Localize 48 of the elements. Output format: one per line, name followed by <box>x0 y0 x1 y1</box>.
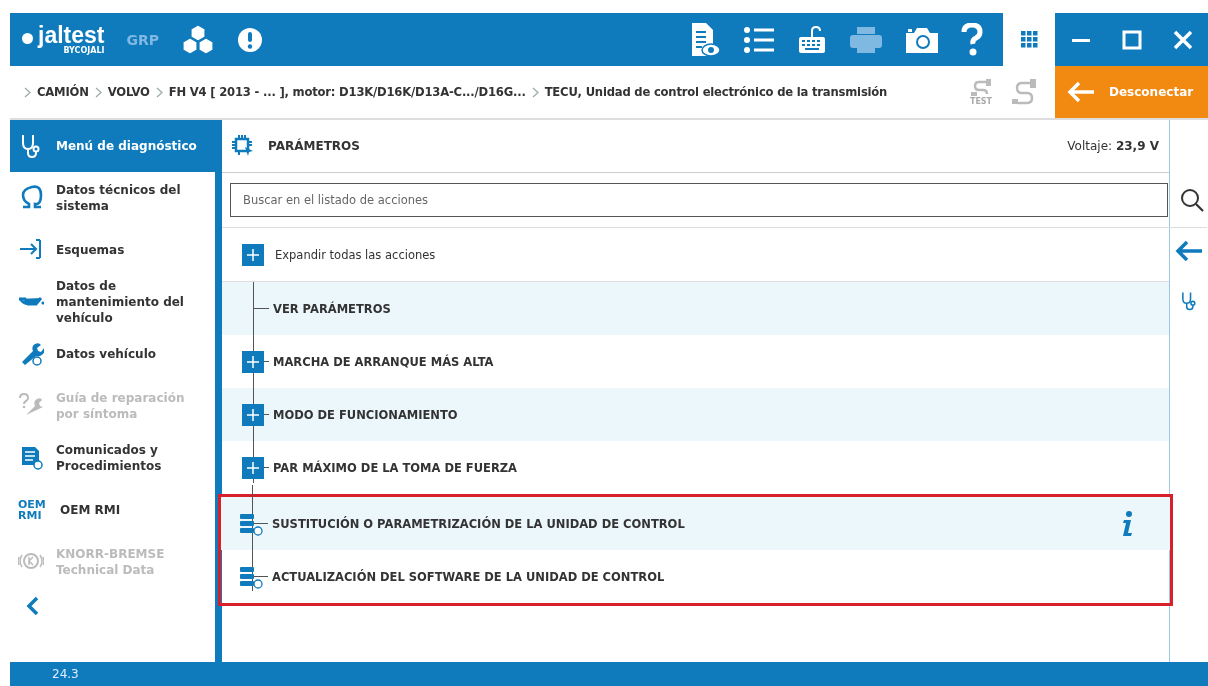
apps-grid-icon[interactable] <box>1020 31 1038 48</box>
cable-icon <box>969 78 993 97</box>
help-icon[interactable] <box>961 22 983 57</box>
voltage-text: Voltaje: 23,9 V <box>1067 139 1159 153</box>
sidebar-item[interactable]: OEM RMI OEM RMI <box>10 484 215 536</box>
sidebar-item[interactable]: Comunicados y Procedimientos <box>10 432 215 484</box>
info-icon[interactable] <box>1122 511 1134 537</box>
breadcrumb-link[interactable]: TECU, Unidad de control electrónico de la transmisión <box>544 85 888 99</box>
search-field[interactable]: Buscar en el listado de acciones <box>230 183 1168 217</box>
sidebar-item[interactable]: Esquemas <box>10 224 215 276</box>
alert-icon[interactable] <box>237 26 264 53</box>
back-arrow-icon[interactable] <box>1175 240 1203 262</box>
server-list-icon <box>239 511 263 536</box>
cubes-icon[interactable] <box>181 23 216 56</box>
collapse-chevron-icon[interactable] <box>26 596 40 616</box>
expand-all-link[interactable]: Expandir todas las acciones <box>275 247 436 262</box>
maximize-icon[interactable] <box>1121 29 1142 50</box>
breadcrumb-link[interactable]: CAMIÓN <box>37 85 89 99</box>
stethoscope-icon[interactable] <box>1179 290 1199 312</box>
chevron-right-icon <box>155 86 163 98</box>
oem-rmi-icon: OEM RMI <box>18 499 48 521</box>
keyboard-icon[interactable] <box>797 24 827 55</box>
list-icon[interactable] <box>743 25 775 54</box>
action-row[interactable]: VER PARÁMETROS <box>222 282 1169 335</box>
chevron-right-icon <box>531 86 539 98</box>
jaltest-logo: jaltest BYCOJALI <box>22 24 105 55</box>
back-arrow-icon <box>1067 81 1095 103</box>
expand-icon[interactable] <box>242 350 264 373</box>
expand-icon[interactable] <box>242 456 264 479</box>
search-icon[interactable] <box>1180 188 1204 212</box>
expand-all-icon[interactable] <box>242 243 264 266</box>
camera-icon[interactable] <box>905 25 939 54</box>
version-text: 24.3 <box>52 667 79 681</box>
sidebar-item[interactable]: Menú de diagnóstico <box>10 120 215 172</box>
chevron-right-icon <box>24 86 31 98</box>
close-icon[interactable] <box>1172 29 1193 50</box>
sidebar-item[interactable]: Datos de mantenimiento del vehículo <box>10 276 215 328</box>
chevron-right-icon <box>94 86 102 98</box>
sidebar-item[interactable]: Datos técnicos del sistema <box>10 172 215 224</box>
expand-icon[interactable] <box>242 403 264 426</box>
panel-title: PARÁMETROS <box>268 139 360 153</box>
mode-label: GRP <box>126 31 160 48</box>
document-view-icon[interactable] <box>689 21 721 58</box>
sidebar-item[interactable]: Datos vehículo <box>10 328 215 380</box>
chip-cursor-icon <box>232 135 254 157</box>
breadcrumb-link[interactable]: VOLVO <box>107 85 150 99</box>
server-list-icon <box>239 564 263 589</box>
breadcrumb-link[interactable]: FH V4 [ 2013 - ... ], motor: D13K/D16K/D13A-C.../D16G... <box>168 85 526 99</box>
